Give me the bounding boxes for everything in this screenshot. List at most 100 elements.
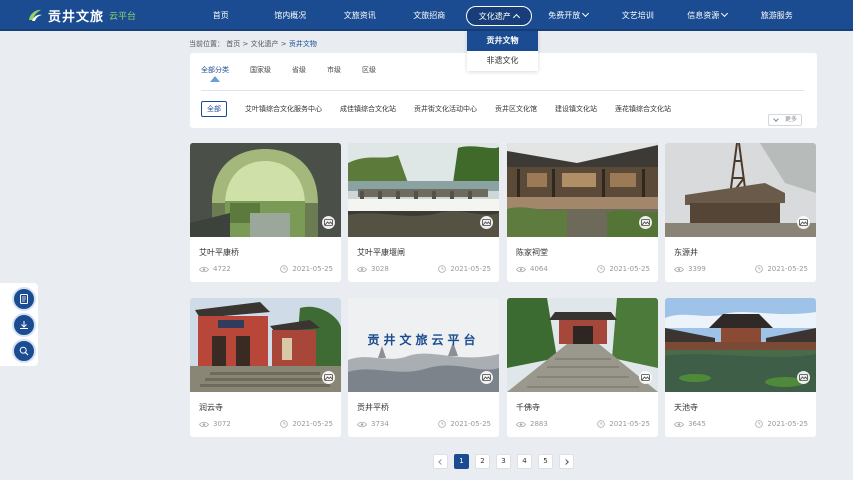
nav-item-news[interactable]: 文旅资讯 bbox=[325, 0, 395, 31]
venue-jianshe[interactable]: 建设镇文化站 bbox=[555, 104, 597, 114]
date-value: 2021-05-25 bbox=[767, 265, 808, 273]
view-count: 3072 bbox=[199, 420, 231, 428]
prev-page-button[interactable] bbox=[433, 454, 448, 469]
more-button[interactable]: 更多 bbox=[768, 114, 802, 126]
heritage-card[interactable]: 艾叶平康堰闸 3028 2021-05-25 bbox=[348, 143, 499, 282]
card-title[interactable]: 润云寺 bbox=[199, 402, 223, 413]
chevron-down-icon bbox=[773, 116, 779, 122]
tab-all-categories[interactable]: 全部分类 bbox=[201, 65, 229, 82]
breadcrumb-heritage[interactable]: 文化遗产 bbox=[251, 40, 279, 48]
nav-item-resources[interactable]: 信息资源 bbox=[673, 0, 743, 31]
heritage-card[interactable]: 艾叶平康桥 4722 2021-05-25 bbox=[190, 143, 341, 282]
view-count: 3734 bbox=[357, 420, 389, 428]
nav-item-heritage[interactable]: 文化遗产 bbox=[464, 0, 534, 31]
side-toolbar bbox=[0, 283, 38, 366]
heritage-card[interactable]: 东源井 3399 2021-05-25 bbox=[665, 143, 816, 282]
card-meta: 4722 2021-05-25 bbox=[199, 265, 333, 275]
clock-icon bbox=[438, 265, 447, 273]
publish-date: 2021-05-25 bbox=[438, 265, 491, 273]
eye-icon bbox=[357, 421, 367, 427]
venue-lianhua[interactable]: 莲花镇综合文化站 bbox=[615, 104, 671, 114]
view-count-value: 3028 bbox=[371, 265, 389, 273]
card-title[interactable]: 陈家祠堂 bbox=[516, 247, 548, 258]
heritage-dropdown-menu: 贡井文物 非遗文化 bbox=[467, 31, 538, 71]
more-label: 更多 bbox=[784, 116, 797, 123]
page-button[interactable]: 1 bbox=[454, 454, 469, 469]
card-image bbox=[507, 143, 658, 237]
pagination: 1 2 3 4 5 bbox=[433, 454, 580, 469]
clock-icon bbox=[755, 265, 764, 273]
dropdown-item-relics[interactable]: 贡井文物 bbox=[467, 31, 538, 51]
document-tool-button[interactable] bbox=[12, 287, 36, 311]
eye-icon bbox=[199, 266, 209, 272]
nav-item-home[interactable]: 首页 bbox=[186, 0, 256, 31]
view-count-value: 4722 bbox=[213, 265, 231, 273]
eye-icon bbox=[516, 421, 526, 427]
heritage-card[interactable]: 润云寺 3072 2021-05-25 bbox=[190, 298, 341, 437]
page-button[interactable]: 5 bbox=[538, 454, 553, 469]
venue-all[interactable]: 全部 bbox=[201, 101, 227, 117]
card-image bbox=[507, 298, 658, 392]
level-tabs: 全部分类 国家级 省级 市级 区级 bbox=[201, 65, 397, 82]
nav-label: 文艺培训 bbox=[621, 11, 654, 20]
view-count-value: 3645 bbox=[688, 420, 706, 428]
heritage-card[interactable]: 天池寺 3645 2021-05-25 bbox=[665, 298, 816, 437]
eye-icon bbox=[199, 421, 209, 427]
image-gallery-icon bbox=[480, 371, 493, 384]
image-gallery-icon bbox=[639, 216, 652, 229]
card-title[interactable]: 贡井平桥 bbox=[357, 402, 389, 413]
tab-city[interactable]: 市级 bbox=[327, 65, 341, 75]
nav-item-investment[interactable]: 文旅招商 bbox=[395, 0, 465, 31]
eye-icon bbox=[357, 266, 367, 272]
tab-district[interactable]: 区级 bbox=[362, 65, 376, 75]
view-count: 2883 bbox=[516, 420, 548, 428]
venue-gongjing-street[interactable]: 贡井街文化活动中心 bbox=[414, 104, 477, 114]
clock-icon bbox=[280, 420, 289, 428]
site-logo[interactable]: 贡井文旅 云平台 bbox=[26, 5, 136, 25]
view-count: 4722 bbox=[199, 265, 231, 273]
heritage-card[interactable]: 千佛寺 2883 2021-05-25 bbox=[507, 298, 658, 437]
eye-icon bbox=[674, 266, 684, 272]
nav-item-free-open[interactable]: 免费开放 bbox=[534, 0, 604, 31]
page-button[interactable]: 2 bbox=[475, 454, 490, 469]
chevron-up-icon bbox=[512, 13, 520, 22]
breadcrumb-home[interactable]: 首页 bbox=[226, 40, 240, 48]
logo-title: 贡井文旅 bbox=[48, 9, 105, 25]
placeholder-watermark: 贡井文旅云平台 bbox=[367, 333, 480, 347]
card-title[interactable]: 千佛寺 bbox=[516, 402, 540, 413]
chevron-left-icon bbox=[438, 459, 444, 465]
venue-chengjia[interactable]: 成佳镇综合文化站 bbox=[340, 104, 396, 114]
venue-district-center[interactable]: 贡井区文化馆 bbox=[495, 104, 537, 114]
download-tool-button[interactable] bbox=[12, 313, 36, 337]
card-title[interactable]: 东源井 bbox=[674, 247, 698, 258]
heritage-card[interactable]: 贡井文旅云平台 贡井平桥 3734 2021-05-25 bbox=[348, 298, 499, 437]
next-page-button[interactable] bbox=[559, 454, 574, 469]
image-gallery-icon bbox=[797, 216, 810, 229]
card-meta: 3028 2021-05-25 bbox=[357, 265, 491, 275]
nav-item-tourism[interactable]: 旅游服务 bbox=[742, 0, 812, 31]
venue-aiye[interactable]: 艾叶镇综合文化服务中心 bbox=[245, 104, 322, 114]
tab-provincial[interactable]: 省级 bbox=[292, 65, 306, 75]
page-button[interactable]: 3 bbox=[496, 454, 511, 469]
card-meta: 3399 2021-05-25 bbox=[674, 265, 808, 275]
heritage-card[interactable]: 陈家祠堂 4064 2021-05-25 bbox=[507, 143, 658, 282]
eye-icon bbox=[516, 266, 526, 272]
nav-label: 信息资源 bbox=[687, 11, 720, 20]
publish-date: 2021-05-25 bbox=[597, 265, 650, 273]
page-button[interactable]: 4 bbox=[517, 454, 532, 469]
nav-item-training[interactable]: 文艺培训 bbox=[603, 0, 673, 31]
dropdown-item-intangible[interactable]: 非遗文化 bbox=[467, 51, 538, 71]
card-meta: 3072 2021-05-25 bbox=[199, 420, 333, 430]
clock-icon bbox=[755, 420, 764, 428]
search-tool-button[interactable] bbox=[12, 339, 36, 363]
logo-icon bbox=[26, 6, 44, 24]
search-icon bbox=[19, 346, 29, 356]
card-title[interactable]: 艾叶平康堰闸 bbox=[357, 247, 405, 258]
card-title[interactable]: 天池寺 bbox=[674, 402, 698, 413]
card-title[interactable]: 艾叶平康桥 bbox=[199, 247, 239, 258]
tab-national[interactable]: 国家级 bbox=[250, 65, 271, 75]
card-meta: 2883 2021-05-25 bbox=[516, 420, 650, 430]
nav-item-overview[interactable]: 馆内概况 bbox=[256, 0, 326, 31]
top-header: 贡井文旅 云平台 首页 馆内概况 文旅资讯 文旅招商 文化遗产 免费开放 文艺培… bbox=[0, 0, 853, 31]
card-image bbox=[665, 143, 816, 237]
